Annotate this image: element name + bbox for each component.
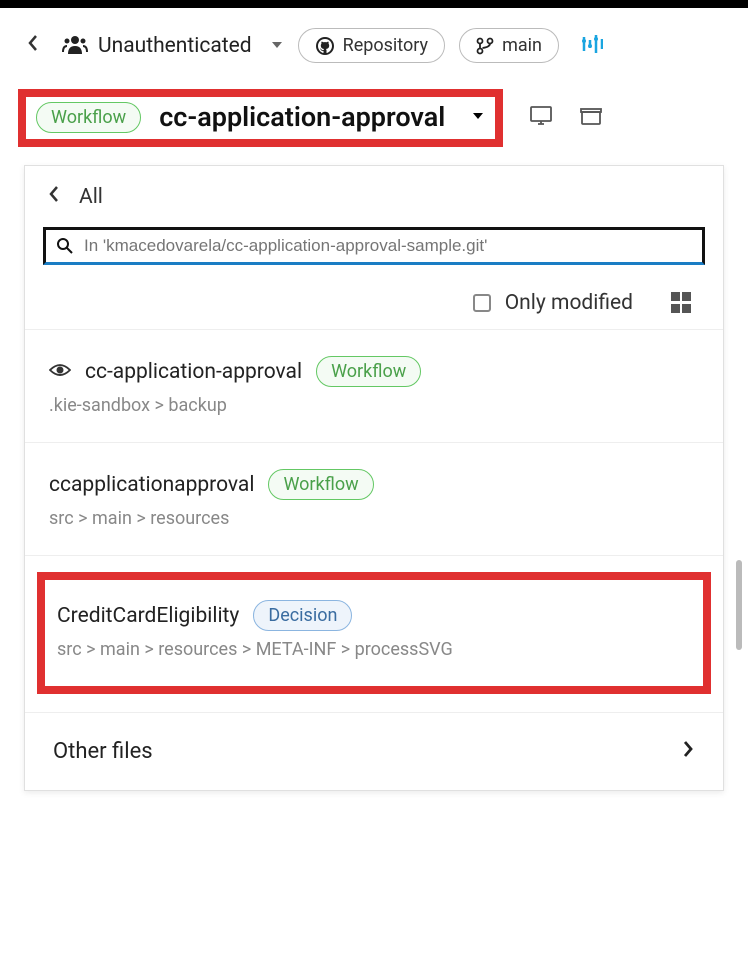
- users-icon: [62, 34, 88, 58]
- list-item[interactable]: cc-application-approval Workflow .kie-sa…: [25, 330, 723, 443]
- workflow-title[interactable]: cc-application-approval: [159, 101, 445, 133]
- branch-label: main: [502, 35, 542, 56]
- back-button[interactable]: [18, 29, 48, 62]
- workflow-badge: Workflow: [316, 356, 421, 387]
- caret-down-icon: [471, 111, 485, 121]
- panel-header: All: [25, 166, 723, 227]
- caret-down-icon: [270, 40, 284, 50]
- top-toolbar: Unauthenticated Repository main: [0, 8, 748, 79]
- chevron-left-icon: [47, 185, 61, 203]
- github-icon: [315, 36, 335, 56]
- scrollbar-thumb[interactable]: [736, 560, 742, 650]
- item-title: cc-application-approval: [85, 360, 302, 384]
- other-files-label: Other files: [53, 739, 153, 764]
- eye-icon: [49, 362, 71, 382]
- item-title: ccapplicationapproval: [49, 473, 254, 497]
- item-path: src > main > resources: [49, 508, 699, 529]
- search-box[interactable]: [43, 227, 705, 265]
- only-modified-checkbox[interactable]: [473, 294, 491, 312]
- filter-row: Only modified: [25, 277, 723, 330]
- chevron-right-icon: [681, 739, 695, 764]
- item-path: src > main > resources > META-INF > proc…: [57, 639, 691, 660]
- panel-back-button[interactable]: [47, 184, 61, 209]
- title-highlight: Workflow cc-application-approval: [18, 89, 503, 147]
- branch-button[interactable]: main: [459, 28, 559, 63]
- highlighted-item-box[interactable]: CreditCardEligibility Decision src > mai…: [37, 572, 711, 694]
- decision-badge: Decision: [253, 600, 352, 631]
- list-item[interactable]: ccapplicationapproval Workflow src > mai…: [25, 443, 723, 556]
- repository-label: Repository: [343, 35, 428, 56]
- auth-dropdown-caret[interactable]: [270, 38, 284, 54]
- grid-view-icon[interactable]: [671, 292, 693, 314]
- monitor-icon[interactable]: [529, 105, 553, 131]
- workflow-badge: Workflow: [36, 102, 141, 133]
- search-input[interactable]: [84, 236, 692, 256]
- box-icon[interactable]: [579, 106, 603, 130]
- branch-icon: [476, 37, 494, 55]
- file-dropdown-panel: All Only modified cc-application-approva…: [24, 165, 724, 791]
- search-row: [25, 227, 723, 277]
- title-bar: Workflow cc-application-approval: [0, 79, 748, 157]
- search-icon: [56, 237, 74, 255]
- filter-icon[interactable]: [581, 34, 603, 58]
- chevron-left-icon: [26, 34, 40, 52]
- panel-all-label[interactable]: All: [79, 185, 103, 209]
- top-black-bar: [0, 0, 748, 8]
- only-modified-label[interactable]: Only modified: [505, 291, 633, 315]
- item-title: CreditCardEligibility: [57, 604, 239, 628]
- workflow-badge: Workflow: [268, 469, 373, 500]
- repository-button[interactable]: Repository: [298, 28, 445, 63]
- other-files-row[interactable]: Other files: [25, 713, 723, 790]
- title-dropdown-caret[interactable]: [471, 109, 485, 125]
- auth-status-label[interactable]: Unauthenticated: [98, 34, 252, 58]
- item-path: .kie-sandbox > backup: [49, 395, 699, 416]
